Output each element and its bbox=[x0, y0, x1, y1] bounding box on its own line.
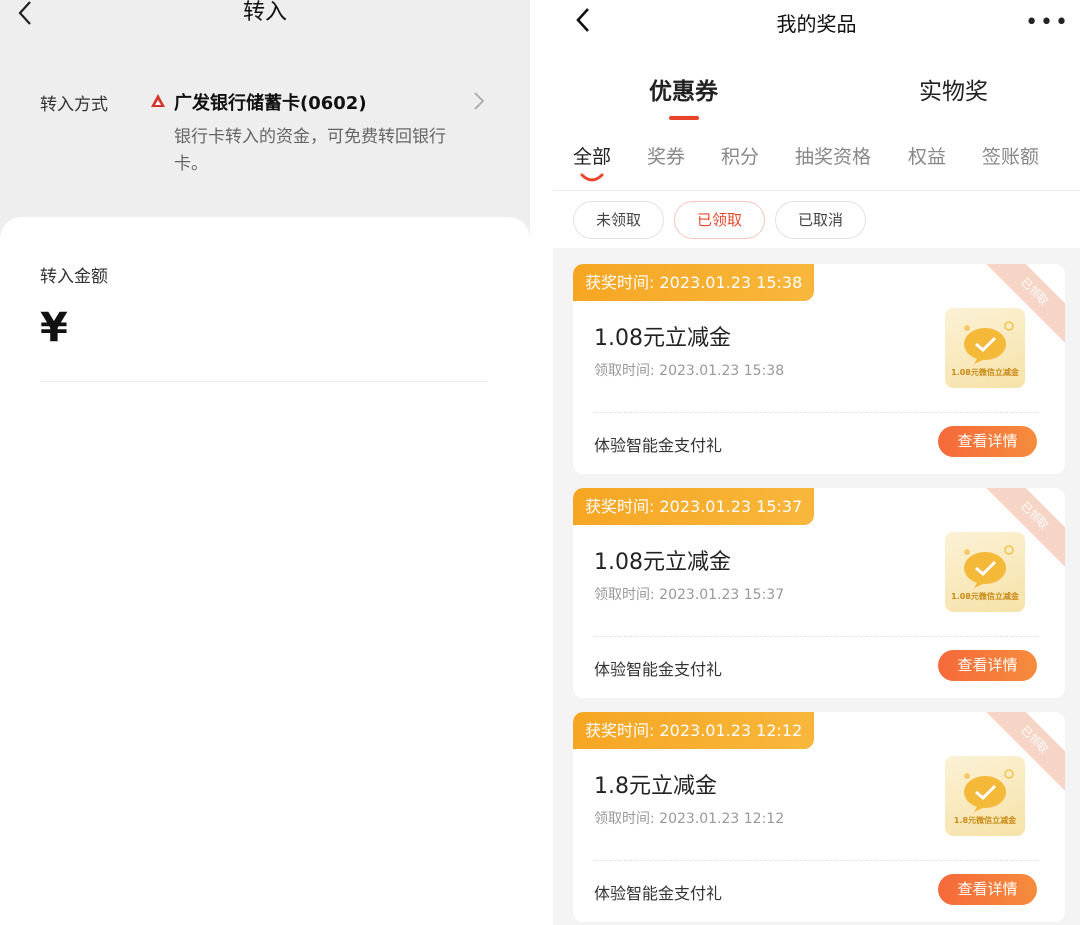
coupon-thumbnail: 1.8元微信立减金 bbox=[945, 756, 1025, 836]
subtab-all-label: 全部 bbox=[573, 146, 612, 168]
my-prizes-screen: 我的奖品 ••• 优惠券 实物奖 全部 奖券 积分 抽奖资格 权益 签账额 未领… bbox=[553, 0, 1080, 925]
filter-cancelled[interactable]: 已取消 bbox=[775, 201, 867, 239]
tab-coupons-label: 优惠券 bbox=[649, 79, 718, 105]
coupon-source: 体验智能金支付礼 bbox=[594, 436, 723, 455]
filter-claimed[interactable]: 已领取 bbox=[674, 201, 766, 239]
tab-physical-prizes[interactable]: 实物奖 bbox=[919, 72, 988, 106]
chevron-right-icon[interactable] bbox=[472, 90, 486, 112]
coupon-card[interactable]: 获奖时间: 2023.01.23 12:12 已领取 1.8元立减金 领取时间:… bbox=[573, 712, 1065, 922]
claim-time: 领取时间: 2023.01.23 12:12 bbox=[594, 811, 785, 827]
header-area: 我的奖品 ••• 优惠券 实物奖 全部 奖券 积分 抽奖资格 权益 签账额 未领… bbox=[553, 0, 1080, 248]
amount-divider bbox=[40, 381, 488, 382]
coupon-title: 1.8元立减金 bbox=[594, 774, 717, 799]
coupon-thumbnail: 1.08元微信立减金 bbox=[945, 308, 1025, 388]
transfer-method-label: 转入方式 bbox=[40, 95, 108, 115]
claim-time: 领取时间: 2023.01.23 15:38 bbox=[594, 363, 785, 379]
subtab-rights[interactable]: 权益 bbox=[908, 142, 946, 169]
page-title: 我的奖品 bbox=[776, 12, 857, 36]
thumbnail-text: 1.8元微信立减金 bbox=[953, 816, 1017, 825]
coupon-thumbnail: 1.08元微信立减金 bbox=[945, 532, 1025, 612]
coupon-title: 1.08元立减金 bbox=[594, 326, 731, 351]
view-details-button[interactable]: 查看详情 bbox=[938, 874, 1037, 905]
coupon-divider bbox=[594, 636, 1038, 637]
active-subtab-indicator bbox=[580, 173, 604, 182]
coupon-card[interactable]: 获奖时间: 2023.01.23 15:37 已领取 1.08元立减金 领取时间… bbox=[573, 488, 1065, 698]
coupon-divider bbox=[594, 412, 1038, 413]
coupon-source: 体验智能金支付礼 bbox=[594, 660, 723, 679]
more-options-icon[interactable]: ••• bbox=[1025, 10, 1070, 35]
subtab-all[interactable]: 全部 bbox=[573, 142, 612, 182]
thumbnail-text: 1.08元微信立减金 bbox=[951, 592, 1019, 601]
tab-physical-prizes-label: 实物奖 bbox=[919, 79, 988, 105]
active-tab-underline bbox=[668, 116, 699, 120]
award-time-tag: 获奖时间: 2023.01.23 15:37 bbox=[573, 488, 815, 525]
filter-unclaimed[interactable]: 未领取 bbox=[573, 201, 665, 239]
page-title: 转入 bbox=[242, 0, 287, 25]
thumbnail-text: 1.08元微信立减金 bbox=[951, 368, 1019, 377]
coupon-card[interactable]: 获奖时间: 2023.01.23 15:38 已领取 1.08元立减金 领取时间… bbox=[573, 264, 1065, 474]
award-time-tag: 获奖时间: 2023.01.23 12:12 bbox=[573, 712, 815, 749]
award-time-tag: 获奖时间: 2023.01.23 15:38 bbox=[573, 264, 815, 301]
subtab-tickets[interactable]: 奖券 bbox=[647, 142, 685, 169]
coupon-divider bbox=[594, 860, 1038, 861]
bank-card-description: 银行卡转入的资金，可免费转回银行卡。 bbox=[174, 127, 446, 174]
view-details-button[interactable]: 查看详情 bbox=[938, 426, 1037, 457]
coupon-title: 1.08元立减金 bbox=[594, 550, 731, 575]
amount-card: 转入金额 ¥ bbox=[0, 217, 530, 925]
cgb-bank-logo-icon bbox=[151, 94, 165, 107]
subtab-points[interactable]: 积分 bbox=[721, 142, 759, 169]
amount-label: 转入金额 bbox=[40, 267, 108, 287]
subtab-credit[interactable]: 签账额 bbox=[982, 142, 1039, 169]
coupon-source: 体验智能金支付礼 bbox=[594, 884, 723, 903]
bank-card-name[interactable]: 广发银行储蓄卡(0602) bbox=[174, 89, 367, 115]
subtab-divider bbox=[553, 190, 1080, 191]
subtab-lottery[interactable]: 抽奖资格 bbox=[795, 142, 871, 169]
view-details-button[interactable]: 查看详情 bbox=[938, 650, 1037, 681]
transfer-in-screen: 转入 转入方式 广发银行储蓄卡(0602) 银行卡转入的资金，可免费转回银行卡。… bbox=[0, 0, 530, 925]
tab-coupons[interactable]: 优惠券 bbox=[649, 72, 718, 120]
amount-input[interactable]: ¥ bbox=[40, 305, 68, 351]
claim-time: 领取时间: 2023.01.23 15:37 bbox=[594, 587, 785, 603]
